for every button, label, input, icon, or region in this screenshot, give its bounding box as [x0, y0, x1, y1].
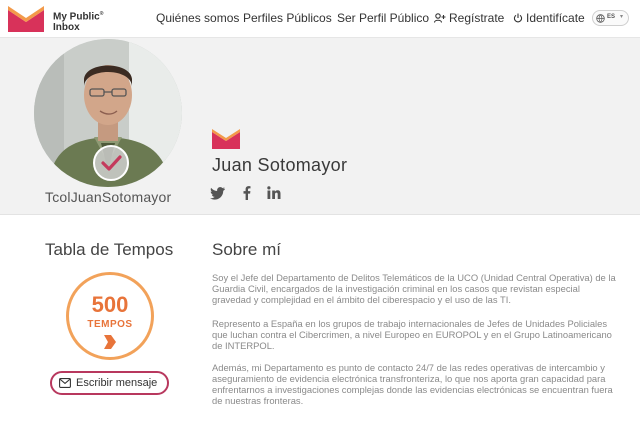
inbox-mini-logo [212, 129, 240, 149]
nav-perfiles-publicos[interactable]: Perfiles Públicos [243, 11, 332, 25]
about-paragraph-3: Además, mi Departamento es punto de cont… [212, 362, 613, 406]
brand-registered-mark: ® [99, 11, 104, 17]
language-selector[interactable]: ES ▾ [592, 10, 629, 26]
facebook-icon[interactable] [239, 185, 255, 201]
brand-line-2: Inbox [53, 22, 80, 34]
about-me-title: Sobre mí [212, 240, 281, 259]
profile-handle: TcolJuanSotomayor [45, 189, 172, 205]
nav-ser-perfil-publico[interactable]: Ser Perfil Público [337, 11, 429, 25]
verified-badge [93, 145, 129, 181]
tempos-score-value: 500 [91, 292, 129, 317]
tempos-score-circle: 500 TEMPOS [66, 272, 154, 360]
checkmark-icon [101, 155, 122, 171]
about-paragraph-2: Represento a España en los grupos de tra… [212, 318, 612, 351]
write-message-label: Escribir mensaje [76, 377, 158, 389]
linkedin-icon[interactable] [266, 185, 282, 201]
chevron-down-icon: ▾ [620, 14, 624, 20]
brand-line-1: My Public [53, 11, 100, 23]
add-user-icon [434, 13, 446, 23]
power-icon [513, 13, 523, 23]
my-public-inbox-logo[interactable] [8, 6, 44, 32]
envelope-icon [59, 378, 71, 388]
nav-identificate-label: Identifícate [526, 11, 585, 25]
language-code: ES [607, 14, 616, 20]
write-message-button[interactable]: Escribir mensaje [50, 371, 169, 395]
nav-registrate-label: Regístrate [449, 11, 505, 25]
profile-name: Juan Sotomayor [212, 155, 348, 175]
nav-registrate[interactable]: Regístrate [434, 11, 504, 25]
brand-name[interactable]: My Public® Inbox [53, 9, 103, 33]
score-table-title: Tabla de Tempos [45, 240, 174, 259]
top-navbar: My Public® Inbox Quiénes somos Perfiles … [0, 0, 640, 38]
tempos-score-unit: TEMPOS [87, 319, 133, 330]
about-paragraph-1: Soy el Jefe del Departamento de Delitos … [212, 272, 616, 305]
twitter-icon[interactable] [210, 185, 226, 201]
nav-identificate[interactable]: Identifícate [513, 11, 585, 25]
tempos-token-icon [104, 335, 116, 349]
globe-icon [596, 14, 605, 23]
nav-quienes-somos[interactable]: Quiénes somos [156, 11, 239, 25]
